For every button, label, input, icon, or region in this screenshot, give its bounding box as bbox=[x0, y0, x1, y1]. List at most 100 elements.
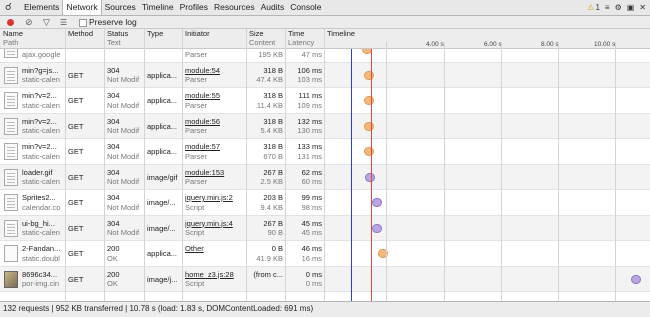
cell-size: 267 B bbox=[263, 167, 283, 177]
cell-latency: 0 ms bbox=[305, 279, 322, 288]
gear-icon[interactable]: ⚙ bbox=[615, 3, 622, 12]
table-row[interactable]: ajax.google Parser 195 KB 47 ms bbox=[0, 49, 650, 63]
tab-network[interactable]: Network bbox=[62, 0, 102, 15]
cell-latency: 109 ms bbox=[297, 100, 322, 110]
cell-path: static-calen bbox=[22, 228, 60, 237]
cell-initiator[interactable]: jquery.min.js:4 bbox=[185, 219, 245, 228]
cell-initiator[interactable]: module:55 bbox=[185, 91, 245, 100]
cell-time: 99 ms bbox=[301, 193, 322, 202]
dock-icon[interactable]: ▣ bbox=[627, 3, 635, 12]
col-method[interactable]: Method bbox=[68, 29, 93, 39]
timeline-tick: 6.00 s bbox=[484, 41, 502, 48]
timeline-bar[interactable] bbox=[372, 198, 382, 207]
timeline-bar[interactable] bbox=[372, 223, 382, 233]
col-status[interactable]: Status Text bbox=[107, 29, 128, 47]
cell-method: GET bbox=[68, 147, 84, 156]
file-icon bbox=[4, 219, 18, 237]
column-divider[interactable] bbox=[285, 29, 286, 301]
cell-time: 111 ms bbox=[298, 91, 322, 100]
col-size[interactable]: Size Content bbox=[249, 29, 275, 47]
cell-status-text: Not Modif bbox=[107, 75, 140, 84]
col-timeline[interactable]: Timeline bbox=[327, 29, 355, 39]
column-divider[interactable] bbox=[65, 29, 66, 301]
cell-initiator[interactable]: jquery.min.js:2 bbox=[185, 193, 245, 202]
timeline-bar[interactable] bbox=[364, 70, 374, 80]
list-view-icon[interactable]: ☰ bbox=[60, 18, 67, 27]
cell-initiator-sub: Script bbox=[185, 228, 205, 237]
cell-initiator[interactable]: module:56 bbox=[185, 117, 245, 126]
cell-method: GET bbox=[68, 121, 84, 131]
timeline-bar[interactable] bbox=[365, 172, 375, 182]
cell-latency: 45 ms bbox=[301, 228, 322, 237]
cell-initiator[interactable]: Other bbox=[185, 244, 245, 253]
column-divider[interactable] bbox=[324, 29, 325, 301]
console-drawer-icon[interactable]: ≡ bbox=[605, 3, 610, 12]
timeline-bar[interactable] bbox=[364, 121, 374, 131]
warning-icon[interactable]: ⚠ bbox=[587, 3, 594, 12]
file-icon bbox=[4, 245, 18, 262]
preserve-log-label: Preserve log bbox=[89, 17, 137, 27]
table-row[interactable]: ui-bg_hi... static-calen GET 304 Not Modif im… bbox=[0, 215, 650, 241]
cell-initiator[interactable]: module:57 bbox=[185, 142, 245, 151]
cell-name: min?v=2... bbox=[22, 91, 57, 100]
col-name[interactable]: Name Path bbox=[3, 29, 23, 47]
cell-status: 304 bbox=[107, 218, 120, 228]
table-row[interactable]: Sprites2... calendar.co GET 304 Not Modif ima… bbox=[0, 190, 650, 216]
timeline-bar[interactable] bbox=[364, 96, 374, 105]
col-initiator[interactable]: Initiator bbox=[185, 29, 210, 39]
table-row[interactable]: loader.gif static-calen GET 304 Not Modif ima… bbox=[0, 164, 650, 190]
preserve-log-checkbox[interactable] bbox=[79, 19, 87, 27]
cell-size: 318 B bbox=[263, 91, 283, 100]
cell-path: por-img.cin bbox=[22, 279, 60, 288]
file-icon bbox=[4, 66, 18, 84]
cell-size: (from c... bbox=[253, 269, 283, 279]
cell-size: 318 B bbox=[263, 65, 283, 75]
tab-console[interactable]: Console bbox=[287, 0, 324, 15]
cell-initiator[interactable]: module:54 bbox=[185, 66, 245, 75]
cell-size: 203 B bbox=[263, 193, 283, 202]
col-type[interactable]: Type bbox=[147, 29, 163, 39]
right-tools: ⚠ 1 ≡ ⚙ ▣ ✕ bbox=[587, 0, 646, 15]
column-divider[interactable] bbox=[144, 29, 145, 301]
cell-size: 318 B bbox=[263, 116, 283, 126]
table-row[interactable]: min?v=2... static-calen GET 304 Not Modif app… bbox=[0, 88, 650, 114]
cell-type: applica... bbox=[147, 249, 178, 258]
table-row[interactable]: 2-Fandan... static.doubl GET 200 OK applica..… bbox=[0, 241, 650, 267]
cell-latency: 130 ms bbox=[297, 126, 322, 135]
timeline-tick: 10.00 s bbox=[594, 41, 616, 48]
cell-status: 200 bbox=[107, 269, 120, 279]
cell-path: static-calen bbox=[22, 75, 60, 84]
cell-type: image/gif bbox=[147, 172, 178, 182]
cell-type: applica... bbox=[147, 70, 178, 80]
cell-initiator-sub: Parser bbox=[185, 100, 208, 110]
cell-path: static-calen bbox=[22, 151, 60, 161]
table-row[interactable]: 8696c34... por-img.cin GET 200 OK image/j... h… bbox=[0, 266, 650, 292]
column-header: Name Path Method Status Text Type Initiato… bbox=[0, 29, 650, 49]
table-row[interactable]: min?v=2... static-calen GET 304 Not Modif app… bbox=[0, 113, 650, 139]
cell-initiator[interactable]: home_z3.js:28 bbox=[185, 270, 245, 279]
inspect-icon[interactable]: ☌ bbox=[5, 0, 12, 15]
table-row[interactable]: min?v=2... static-calen GET 304 Not Modif app… bbox=[0, 139, 650, 165]
filter-icon[interactable]: ▽ bbox=[43, 17, 50, 28]
cell-initiator-sub: Parser bbox=[185, 49, 208, 59]
col-time[interactable]: Time Latency bbox=[288, 29, 314, 47]
timeline-bar[interactable] bbox=[364, 147, 374, 156]
table-row[interactable]: min?g=js... static-calen GET 304 Not Modif ap… bbox=[0, 62, 650, 88]
tab-profiles[interactable]: Profiles bbox=[177, 0, 211, 15]
tab-audits[interactable]: Audits bbox=[258, 0, 288, 15]
column-divider[interactable] bbox=[246, 29, 247, 301]
cell-type: image/j... bbox=[147, 274, 178, 284]
tab-timeline[interactable]: Timeline bbox=[139, 0, 177, 15]
tab-elements[interactable]: Elements bbox=[21, 0, 62, 15]
close-icon[interactable]: ✕ bbox=[639, 3, 646, 12]
column-divider[interactable] bbox=[104, 29, 105, 301]
cell-initiator[interactable]: module:153 bbox=[185, 168, 245, 177]
tab-sources[interactable]: Sources bbox=[102, 0, 139, 15]
cell-content: 195 KB bbox=[258, 49, 283, 59]
clear-icon[interactable]: ⊘ bbox=[25, 17, 33, 28]
column-divider[interactable] bbox=[182, 29, 183, 301]
timeline-bar[interactable] bbox=[631, 274, 641, 284]
record-button[interactable] bbox=[7, 19, 14, 26]
tab-resources[interactable]: Resources bbox=[211, 0, 258, 15]
cell-type: applica... bbox=[147, 121, 178, 131]
